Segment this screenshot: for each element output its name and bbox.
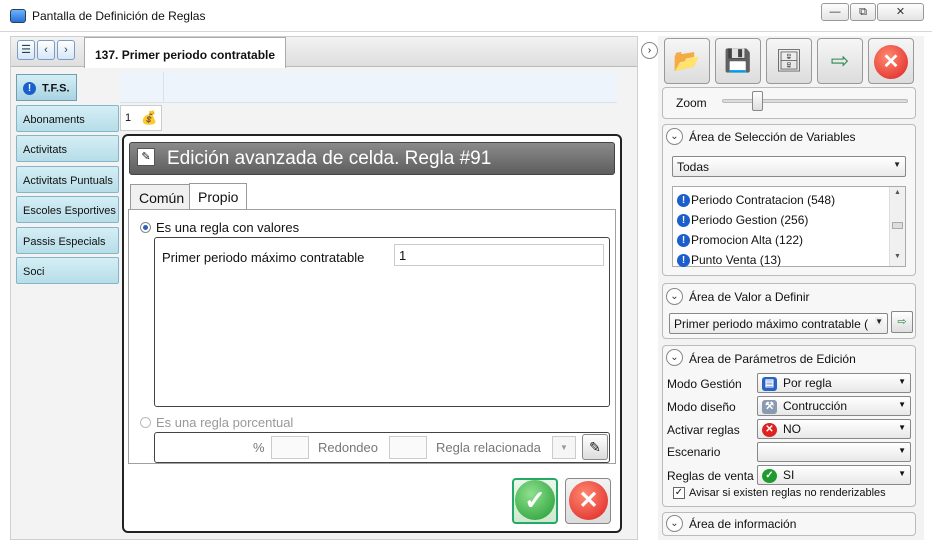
activar-reglas-select[interactable]: ✕ NO ▼: [757, 419, 911, 439]
row-number: 1: [125, 112, 132, 124]
money-bag-icon: 💰: [141, 110, 158, 125]
sidebar-header-label: T.F.S.: [42, 82, 70, 95]
title-bar: Pantalla de Definición de Reglas — ⧉ ✕: [0, 0, 932, 32]
sidebar-item-abonaments[interactable]: Abonaments: [16, 105, 119, 132]
edit-pencil-icon[interactable]: ✎: [582, 434, 608, 460]
open-folder-icon[interactable]: 📂: [664, 38, 710, 84]
variables-filter-select[interactable]: Todas ▼: [672, 156, 906, 177]
close-window-button[interactable]: ✕: [877, 3, 924, 21]
pct-input[interactable]: [271, 436, 309, 459]
export-icon[interactable]: ⇨: [817, 38, 863, 84]
radio-values-label: Es una regla con valores: [156, 220, 300, 235]
field-label: Primer periodo máximo contratable: [162, 250, 365, 265]
radio-percent[interactable]: [140, 417, 151, 428]
zoom-label: Zoom: [676, 96, 707, 110]
list-item[interactable]: ! Punto Venta (13): [677, 253, 781, 268]
sidebar-item-escoles-esportives[interactable]: Escoles Esportives: [16, 196, 119, 223]
escenario-select[interactable]: ▼: [757, 442, 911, 462]
chevron-down-icon[interactable]: ⌄: [666, 128, 683, 145]
redondeo-input[interactable]: [389, 436, 427, 459]
sidebar-item-activitats-puntuals[interactable]: Activitats Puntuals: [16, 166, 119, 193]
zoom-slider-thumb[interactable]: [752, 91, 763, 111]
yes-icon: ✓: [762, 468, 777, 483]
regla-relacionada-label: Regla relacionada: [436, 440, 541, 455]
param-label: Modo Gestión: [667, 377, 742, 391]
sidebar-item-activitats[interactable]: Activitats: [16, 135, 119, 162]
add-value-icon[interactable]: ⇨: [891, 311, 913, 333]
list-icon[interactable]: ☰: [17, 40, 35, 60]
save-icon[interactable]: 💾: [715, 38, 761, 84]
param-label: Reglas de venta: [667, 469, 754, 483]
avisar-checkbox-label: Avisar si existen reglas no renderizable…: [689, 487, 886, 499]
stack-icon[interactable]: 🗄: [766, 38, 812, 84]
avisar-checkbox[interactable]: ✓: [673, 487, 685, 499]
variables-filter-value: Todas: [677, 160, 710, 174]
window-title: Pantalla de Definición de Reglas: [32, 9, 206, 23]
reglas-venta-select[interactable]: ✓ SI ▼: [757, 465, 911, 485]
info-section-title: Área de información: [689, 517, 797, 531]
sidebar-item-soci[interactable]: Soci: [16, 257, 119, 284]
zoom-slider-track[interactable]: [722, 99, 908, 103]
parameters-section-title: Área de Parámetros de Edición: [689, 352, 856, 366]
exit-icon: ✕: [874, 45, 908, 79]
close-icon: ✕: [569, 481, 608, 520]
sidebar-header-tfs[interactable]: ! T.F.S.: [16, 74, 77, 101]
tab-comun[interactable]: Común: [130, 184, 194, 210]
value-select[interactable]: Primer periodo máximo contratable (▼: [669, 313, 888, 334]
max-period-input[interactable]: 1: [394, 244, 604, 266]
no-icon: ✕: [762, 422, 777, 437]
next-arrow-icon[interactable]: ›: [57, 40, 75, 60]
edit-note-icon: ✎: [137, 148, 155, 166]
value-section-title: Área de Valor a Definir: [689, 290, 810, 304]
variables-scrollbar[interactable]: ▲ ▼: [889, 187, 905, 266]
chevron-down-icon[interactable]: ⌄: [666, 515, 683, 532]
exit-button[interactable]: ✕: [868, 38, 914, 84]
rules-grid-header: [120, 72, 617, 103]
info-icon: !: [23, 82, 36, 95]
grid-divider: [163, 72, 164, 103]
percent-box: [154, 432, 610, 463]
restore-button[interactable]: ⧉: [850, 3, 876, 21]
regla-relacionada-dropdown[interactable]: ▼: [552, 436, 576, 459]
value-select-text: Primer periodo máximo contratable (: [674, 317, 869, 331]
sidebar-item-passis-especials[interactable]: Passis Especials: [16, 227, 119, 254]
tools-icon: ⚒: [762, 399, 777, 414]
list-item[interactable]: ! Periodo Gestion (256): [677, 213, 808, 228]
list-item[interactable]: ! Promocion Alta (122): [677, 233, 803, 248]
app-icon: [10, 9, 26, 23]
param-label: Modo diseño: [667, 400, 736, 414]
param-label: Activar reglas: [667, 423, 740, 437]
pct-label: %: [253, 440, 265, 455]
modo-diseno-select[interactable]: ⚒ Contrucción ▼: [757, 396, 911, 416]
redondeo-label: Redondeo: [318, 440, 378, 455]
radio-percent-label: Es una regla porcentual: [156, 415, 294, 430]
radio-values[interactable]: [140, 222, 151, 233]
dialog-title: Edición avanzada de celda. Regla #91: [129, 142, 615, 175]
grid-cell[interactable]: 1 💰: [120, 105, 162, 131]
checkmark-icon: ✓: [515, 480, 555, 520]
chevron-down-icon[interactable]: ⌄: [666, 288, 683, 305]
tab-rule-137[interactable]: 137. Primer periodo contratable: [84, 37, 286, 68]
book-icon: ▤: [762, 376, 777, 391]
collapse-panel-button[interactable]: ›: [641, 42, 658, 59]
prev-arrow-icon[interactable]: ‹: [37, 40, 55, 60]
minimize-button[interactable]: —: [821, 3, 849, 21]
selection-section-title: Área de Selección de Variables: [689, 130, 856, 144]
param-label: Escenario: [667, 445, 721, 459]
list-item[interactable]: ! Periodo Contratacion (548): [677, 193, 835, 208]
modo-gestion-select[interactable]: ▤ Por regla ▼: [757, 373, 911, 393]
chevron-down-icon[interactable]: ⌄: [666, 349, 683, 366]
tab-propio[interactable]: Propio: [189, 183, 248, 210]
